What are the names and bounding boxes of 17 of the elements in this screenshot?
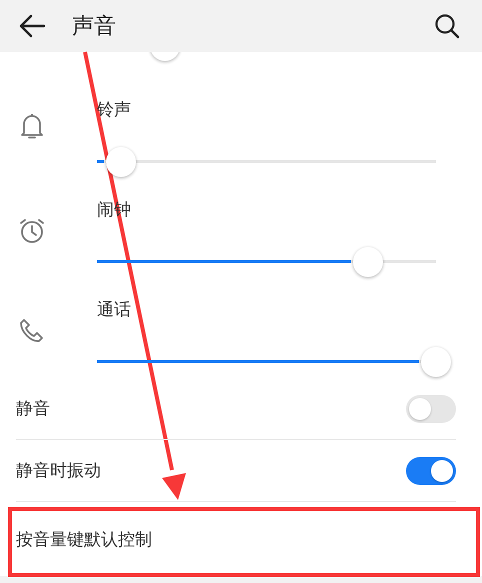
slider-thumb[interactable]	[106, 146, 136, 176]
screen-title: 声音	[72, 13, 117, 41]
alarm-clock-icon	[18, 217, 46, 245]
slider-thumb[interactable]	[353, 246, 384, 276]
toggle-switch[interactable]	[406, 394, 456, 422]
phone-icon	[18, 317, 46, 345]
slider-track[interactable]	[97, 260, 436, 263]
bell-icon	[20, 112, 44, 140]
setting-label: 静音时振动	[16, 460, 101, 482]
back-icon[interactable]	[18, 14, 46, 38]
slider-thumb[interactable]	[421, 346, 451, 376]
settings-row[interactable]: 按音量键默认控制	[0, 502, 482, 576]
slider-fill	[97, 160, 104, 163]
setting-label: 静音	[16, 398, 50, 420]
toggle-switch[interactable]	[406, 456, 456, 484]
slider-label: 通话	[97, 299, 131, 322]
search-icon[interactable]	[434, 13, 460, 39]
